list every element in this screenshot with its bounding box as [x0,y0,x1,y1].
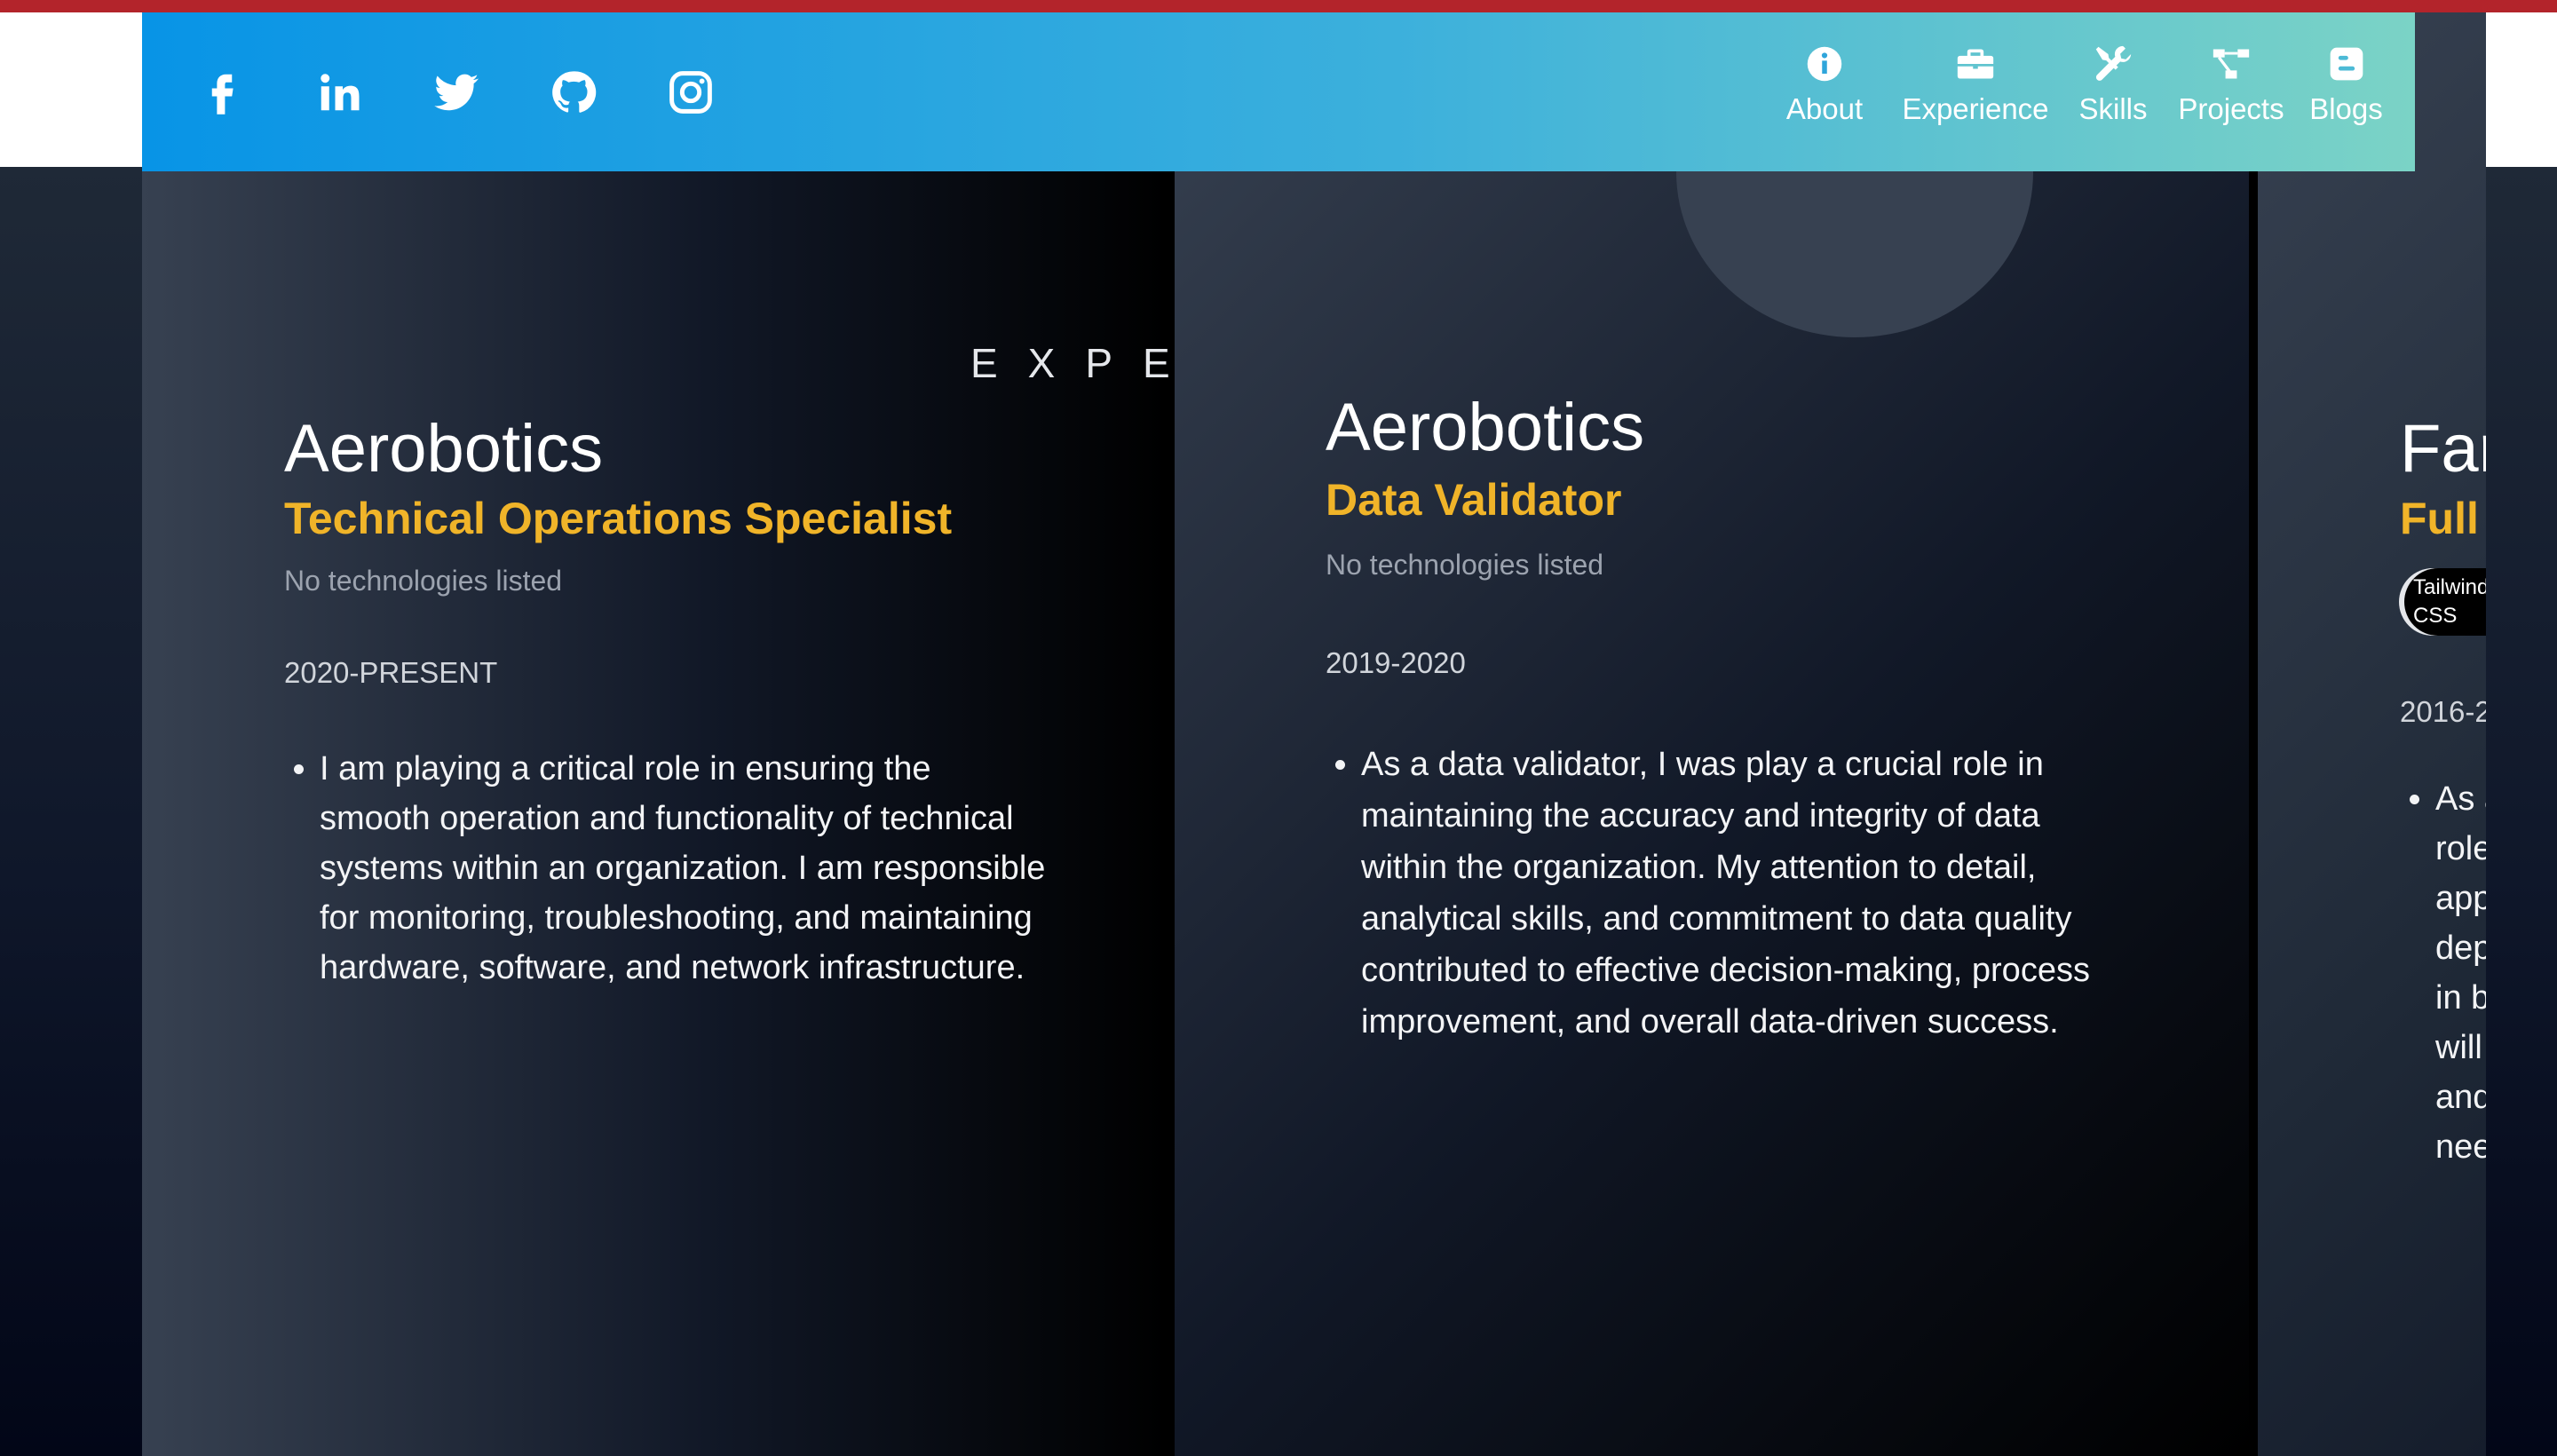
tools-icon [2095,45,2132,81]
nav-blogs[interactable]: Blogs [2300,44,2393,151]
description-item: I am playing a critical role in ensuring… [320,744,1048,993]
linkedin-icon [321,74,360,111]
job-title: Full [2400,494,2479,543]
instagram-icon [669,71,712,114]
twitter-link[interactable] [421,57,492,128]
description-item: As a role app dep in b will and nee [2435,774,2486,1172]
card-divider [1168,12,1175,1456]
github-link[interactable] [538,57,609,128]
blogger-icon [2330,47,2363,81]
briefcase-icon [1957,49,1994,79]
nav-label: Projects [2178,92,2284,125]
nav-projects[interactable]: Projects [2169,44,2293,151]
browser-top-bar [0,0,2557,12]
github-icon [552,71,597,113]
nav-about[interactable]: About [1780,44,1869,151]
company-name: Aerobotics [284,411,604,487]
nav-label: Experience [1902,92,2049,125]
nav-label: Blogs [2309,92,2383,125]
period-text: 2016-2 [2400,695,2486,728]
description-list: I am playing a critical role in ensuring… [284,744,1048,993]
info-icon [1807,46,1842,82]
description-list: As a data validator, I was play a crucia… [1326,739,2116,1048]
description-item: As a data validator, I was play a crucia… [1361,739,2116,1048]
section-heading: EXPE [970,340,1200,386]
nav-experience[interactable]: Experience [1891,44,2060,151]
project-diagram-icon [2213,49,2250,79]
job-title: Technical Operations Specialist [284,494,953,543]
nav-label: Skills [2078,92,2148,125]
nav-skills[interactable]: Skills [2069,44,2157,151]
twitter-icon [434,74,479,111]
description-list: As a role app dep in b will and nee [2400,774,2486,1172]
facebook-link[interactable] [186,57,257,128]
instagram-link[interactable] [655,57,726,128]
technology-tag: Tailwind CSS [2404,568,2486,636]
facebook-icon [211,74,234,115]
period-text: 2020-PRESENT [284,656,498,689]
linkedin-link[interactable] [304,57,375,128]
period-text: 2019-2020 [1326,646,1466,679]
experience-card: Aerobotics Data Validator No technologie… [1175,12,2249,1456]
nav-label: About [1785,92,1864,125]
navbar: About Experience Skills Projects Blogs [142,12,2415,171]
experience-section: Aerobotics Technical Operations Speciali… [142,12,2486,1456]
technologies-text: No technologies listed [1326,549,1604,581]
card-divider [2249,12,2258,1456]
company-name: Aerobotics [1326,390,1645,465]
experience-card: Far Full Tailwind CSS 2016-2 As a role a… [2258,12,2486,1456]
job-title: Data Validator [1326,475,1622,525]
company-name: Far [2400,411,2486,487]
technologies-text: No technologies listed [284,565,563,597]
experience-card: Aerobotics Technical Operations Speciali… [142,12,1168,1456]
